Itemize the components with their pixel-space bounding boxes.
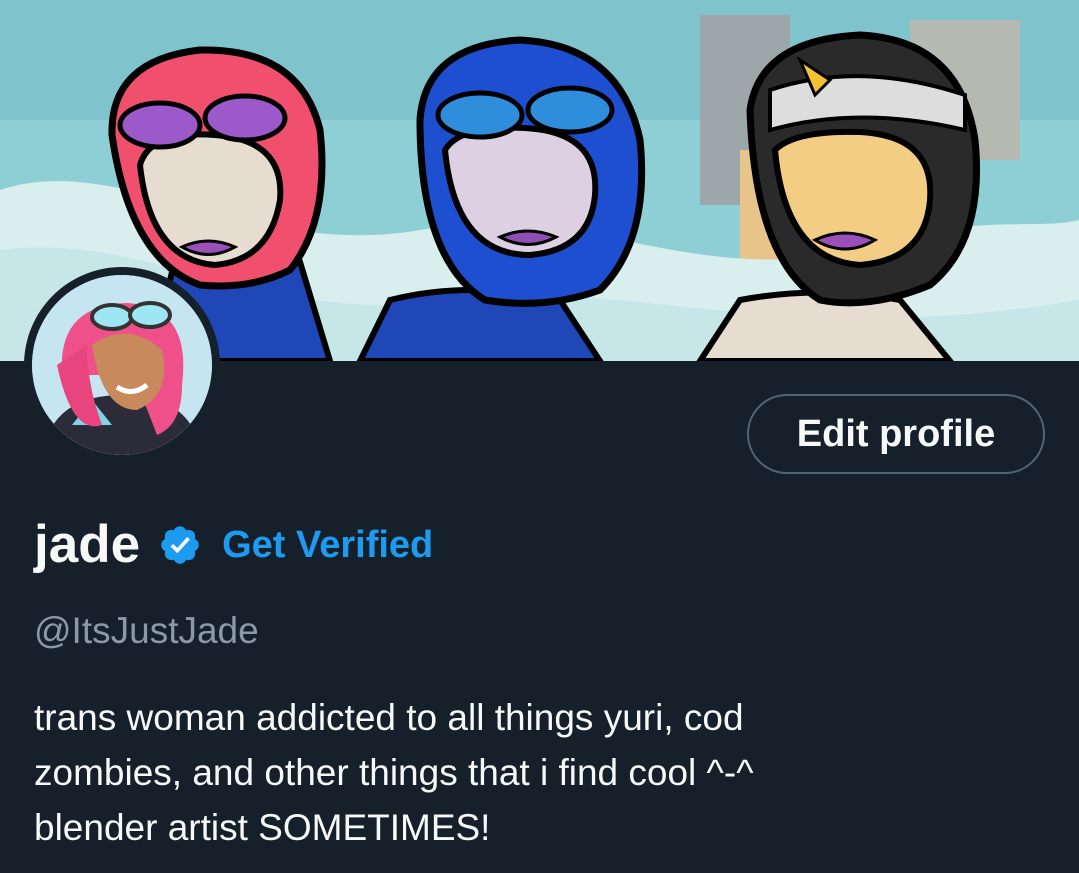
profile-bio: trans woman addicted to all things yuri,… — [34, 697, 754, 848]
edit-profile-button[interactable]: Edit profile — [747, 394, 1045, 474]
display-name: jade — [34, 515, 141, 574]
get-verified-link[interactable]: Get Verified — [222, 524, 433, 567]
avatar-frame — [24, 267, 220, 463]
verified-badge-icon[interactable] — [158, 523, 202, 567]
username-handle: @ItsJustJade — [34, 610, 259, 651]
name-row: jade Get Verified — [34, 514, 433, 576]
avatar[interactable] — [32, 275, 212, 455]
avatar-illustration — [32, 275, 212, 455]
